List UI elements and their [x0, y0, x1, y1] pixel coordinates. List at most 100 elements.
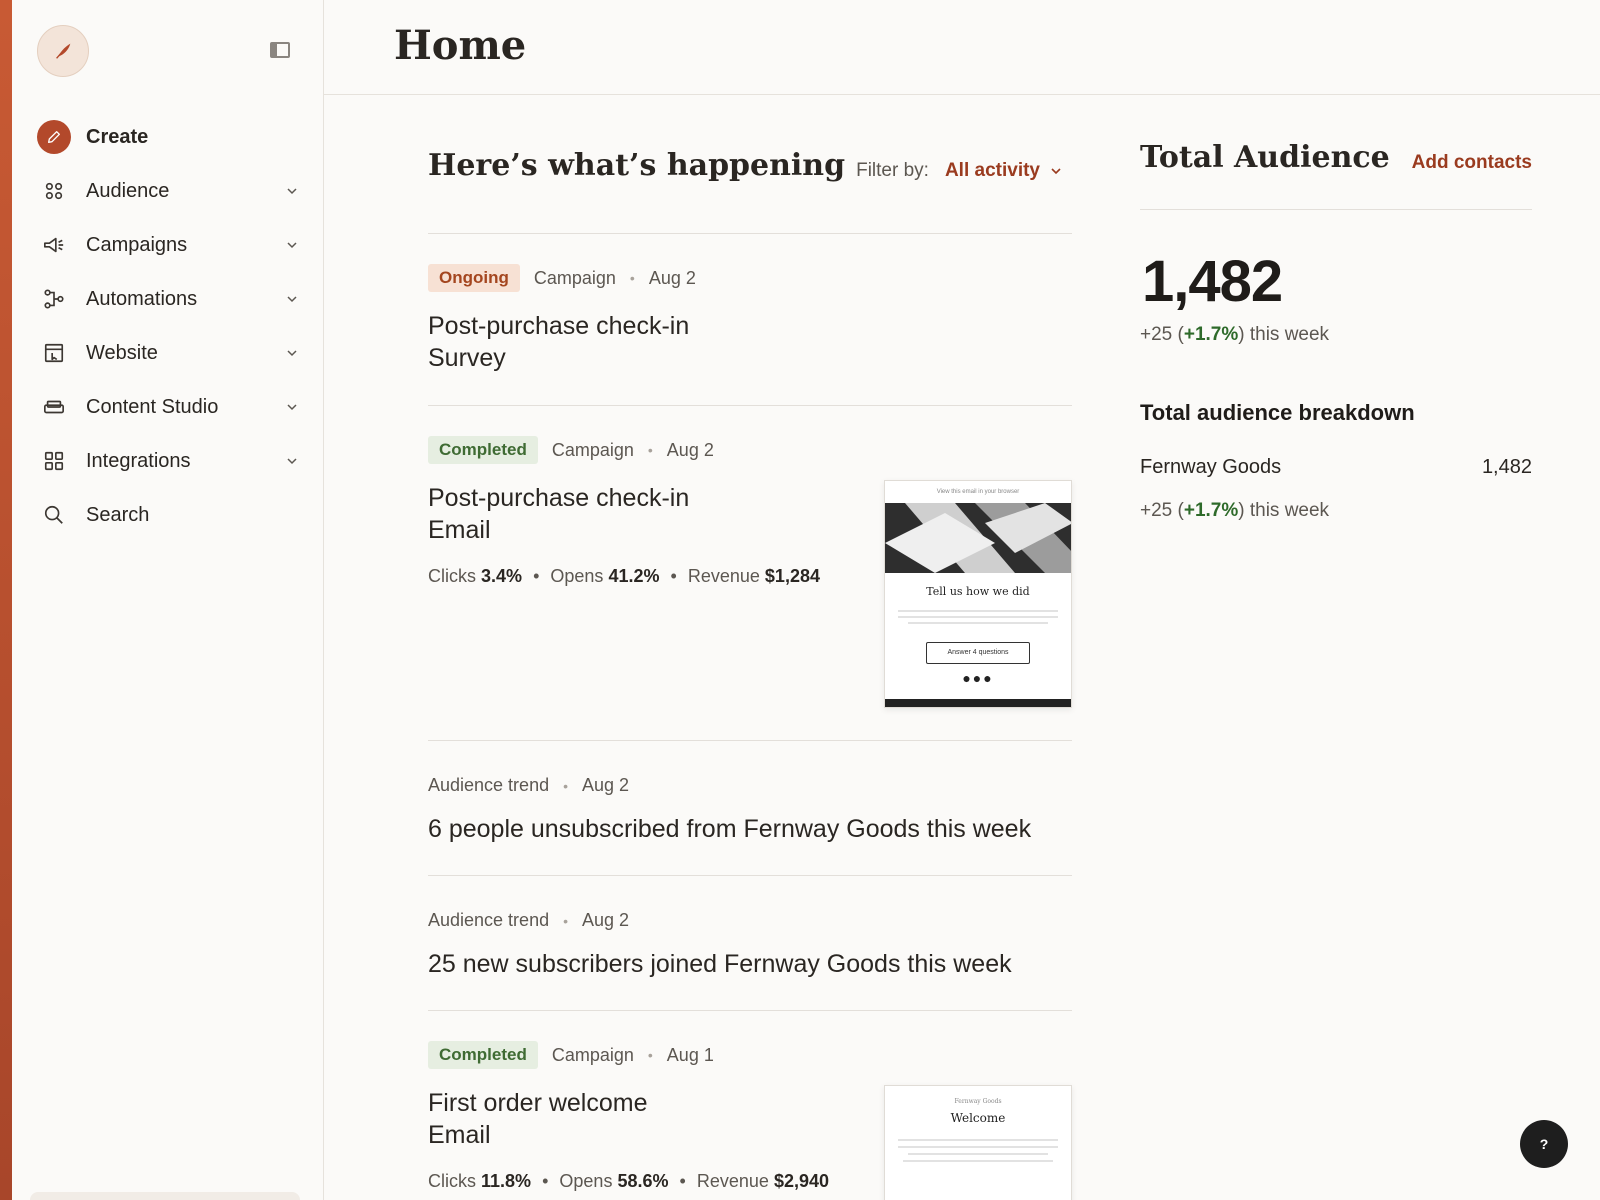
activity-card[interactable]: Completed Campaign • Aug 2 Post-purchase… — [428, 406, 1072, 741]
create-label: Create — [86, 125, 149, 148]
abstract-hero-graphic — [885, 503, 1071, 573]
card-meta: Audience trend • Aug 2 — [428, 910, 629, 931]
activity-card[interactable]: Audience trend • Aug 2 25 new subscriber… — [428, 876, 1072, 1011]
card-title-line: Post-purchase check-in — [428, 312, 690, 340]
preview-text-line — [898, 1139, 1058, 1141]
delta-prefix: +25 ( — [1140, 500, 1184, 521]
activity-card[interactable]: Audience trend • Aug 2 6 people unsubscr… — [428, 741, 1072, 876]
card-title[interactable]: First order welcome Email — [428, 1087, 648, 1151]
content-studio-icon — [40, 393, 68, 421]
sidebar-nav: Create Audience Campaigns Automations We… — [12, 110, 324, 542]
activity-card[interactable]: Completed Campaign • Aug 1 First order w… — [428, 1011, 1072, 1200]
preview-text-line — [898, 616, 1058, 618]
card-type: Campaign — [551, 439, 634, 460]
card-date: Aug 2 — [648, 267, 696, 288]
preview-text-line — [908, 622, 1048, 624]
activity-filter[interactable]: Filter by: All activity — [856, 160, 1062, 182]
chevron-down-icon — [1051, 168, 1061, 175]
card-title[interactable]: 6 people unsubscribed from Fernway Goods… — [428, 813, 1031, 845]
preview-text-line — [908, 1153, 1048, 1155]
card-title[interactable]: Post-purchase check-in Survey — [428, 310, 689, 374]
chevron-down-icon — [287, 242, 297, 249]
stat-separator: • — [670, 566, 677, 586]
audience-icon — [40, 177, 68, 205]
campaign-stats: Clicks 11.8% • Opens 58.6% • Revenue $2,… — [428, 1171, 829, 1192]
page-header: Home — [324, 0, 1600, 95]
card-title-line: Survey — [428, 344, 506, 372]
stat-label: Revenue — [687, 566, 760, 586]
activity-card[interactable]: Ongoing Campaign • Aug 2 Post-purchase c… — [428, 234, 1072, 406]
stat-separator: • — [542, 1171, 549, 1191]
sidebar-item-label: Audience — [86, 179, 170, 202]
chevron-down-icon — [287, 350, 297, 357]
preview-cta-button: Answer 4 questions — [926, 642, 1030, 664]
preview-text-line — [898, 1146, 1058, 1148]
card-type: Audience trend — [428, 775, 550, 795]
sidebar-collapse-icon[interactable] — [270, 42, 290, 58]
help-button[interactable]: ? — [1520, 1120, 1568, 1168]
status-badge: Ongoing — [428, 264, 520, 292]
total-audience-count: 1,482 — [1142, 249, 1283, 314]
preview-heading: Welcome — [950, 1111, 1006, 1125]
sidebar-bottom-panel[interactable] — [30, 1192, 300, 1200]
card-title[interactable]: 25 new subscribers joined Fernway Goods … — [428, 948, 1012, 980]
sidebar-item-search[interactable]: Search — [12, 488, 324, 542]
feed-title: Here’s what’s happening — [428, 148, 846, 183]
preview-text-line — [898, 610, 1058, 612]
breakdown-title: Total audience breakdown — [1140, 400, 1415, 425]
sidebar-item-label: Content Studio — [86, 395, 219, 418]
app-logo[interactable] — [37, 25, 89, 77]
feed-header: Here’s what’s happening Filter by: All a… — [428, 120, 1072, 234]
clicks-value: 11.8% — [481, 1171, 532, 1191]
integrations-grid-icon — [40, 447, 68, 475]
sidebar-item-audience[interactable]: Audience — [12, 164, 324, 218]
card-type: Audience trend — [428, 910, 550, 930]
sidebar-item-website[interactable]: Website — [12, 326, 324, 380]
meta-separator: • — [647, 1047, 653, 1063]
email-preview-thumbnail[interactable]: View this email in your browser Tell us … — [884, 480, 1072, 708]
card-date: Aug 2 — [666, 439, 714, 460]
stat-separator: • — [679, 1171, 686, 1191]
card-type: Campaign — [551, 1044, 634, 1065]
status-badge: Completed — [428, 436, 538, 464]
card-meta: Audience trend • Aug 2 — [428, 775, 629, 796]
card-title[interactable]: Post-purchase check-in Email — [428, 482, 689, 546]
revenue-value: $1,284 — [764, 566, 820, 586]
add-contacts-link[interactable]: Add contacts — [1412, 152, 1532, 174]
stat-label: Clicks — [428, 1171, 476, 1191]
card-type: Campaign — [533, 267, 616, 288]
sidebar-item-label: Search — [86, 503, 150, 526]
feather-icon — [56, 43, 71, 59]
sidebar-item-content-studio[interactable]: Content Studio — [12, 380, 324, 434]
meta-separator: • — [647, 442, 653, 458]
breakdown-row[interactable]: Fernway Goods 1,482 — [1140, 456, 1532, 479]
sidebar-item-label: Integrations — [86, 449, 191, 472]
card-meta: Completed Campaign • Aug 1 — [428, 1041, 714, 1069]
sidebar-item-automations[interactable]: Automations — [12, 272, 324, 326]
breakdown-name: Fernway Goods — [1140, 456, 1282, 478]
preview-hero-image — [885, 503, 1071, 573]
stat-label: Opens — [550, 566, 604, 586]
pencil-icon — [37, 120, 71, 154]
card-title-line: Post-purchase check-in — [428, 484, 690, 512]
card-date: Aug 2 — [582, 775, 630, 795]
sidebar-item-campaigns[interactable]: Campaigns — [12, 218, 324, 272]
website-icon — [40, 339, 68, 367]
card-date: Aug 1 — [666, 1044, 714, 1065]
sidebar: Create Audience Campaigns Automations We… — [12, 0, 324, 1200]
activity-feed: Here’s what’s happening Filter by: All a… — [428, 120, 1072, 1200]
sidebar-item-integrations[interactable]: Integrations — [12, 434, 324, 488]
email-preview-thumbnail[interactable]: Fernway Goods Welcome — [884, 1085, 1072, 1200]
preview-top-text: View this email in your browser — [936, 489, 1020, 495]
chevron-down-icon — [287, 296, 297, 303]
audience-delta: +25 (+1.7%) this week — [1140, 324, 1329, 346]
create-button[interactable]: Create — [12, 110, 324, 164]
filter-label: Filter by: — [856, 160, 929, 181]
preview-text-line — [903, 1160, 1053, 1162]
chevron-down-icon — [287, 404, 297, 411]
meta-separator: • — [563, 912, 568, 929]
preview-footer-bar — [885, 699, 1071, 707]
stat-label: Opens — [559, 1171, 613, 1191]
chevron-down-icon — [287, 188, 297, 195]
preview-heading: Tell us how we did — [926, 585, 1030, 598]
